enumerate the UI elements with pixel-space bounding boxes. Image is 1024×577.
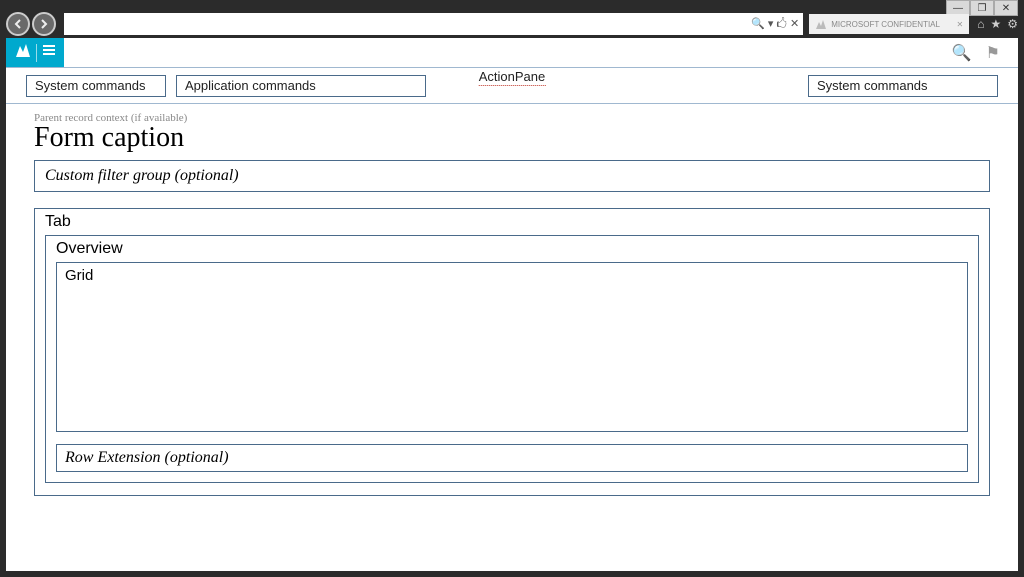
tab-title: MICROSOFT CONFIDENTIAL [831, 20, 940, 29]
app-logo-block[interactable] [6, 38, 64, 67]
close-tab-icon[interactable]: ✕ [957, 20, 964, 29]
system-commands-right[interactable]: System commands [808, 75, 998, 97]
row-extension[interactable]: Row Extension (optional) [56, 444, 968, 472]
dynamics-logo-icon [15, 42, 31, 63]
overview-tabpage: Overview Grid Row Extension (optional) [45, 235, 979, 483]
app-header: 🔍 ⚑ [6, 38, 1018, 68]
tab-strip: MICROSOFT CONFIDENTIAL ✕ [809, 14, 969, 34]
tab-label[interactable]: Tab [45, 213, 979, 231]
custom-filter-group[interactable]: Custom filter group (optional) [34, 160, 990, 192]
overview-label[interactable]: Overview [56, 240, 968, 258]
app-frame: 🔍 ⚑ ActionPane System commands Applicati… [6, 38, 1018, 571]
flag-icon[interactable]: ⚑ [986, 43, 1000, 63]
forward-button[interactable] [32, 12, 56, 36]
dynamics-logo-icon [815, 18, 827, 30]
form-caption: Form caption [34, 122, 990, 154]
address-bar[interactable]: 🔍 ▾ 🖒 ✕ [64, 13, 803, 35]
browser-tab[interactable]: MICROSOFT CONFIDENTIAL ✕ [809, 14, 969, 34]
action-pane: ActionPane System commands Application c… [6, 68, 1018, 104]
tab-container: Tab Overview Grid Row Extension (optiona… [34, 208, 990, 496]
app-header-right: 🔍 ⚑ [952, 38, 1018, 67]
page-body: Parent record context (if available) For… [6, 104, 1018, 506]
action-pane-label: ActionPane [479, 69, 546, 86]
search-icon[interactable]: 🔍 [952, 43, 972, 63]
system-commands-left[interactable]: System commands [26, 75, 166, 97]
address-tools[interactable]: 🔍 ▾ 🖒 ✕ [751, 15, 799, 34]
logo-divider [36, 44, 37, 62]
back-button[interactable] [6, 12, 30, 36]
browser-chrome-icons: ⌂ ★ ⚙ [977, 17, 1018, 31]
application-commands[interactable]: Application commands [176, 75, 426, 97]
home-icon[interactable]: ⌂ [977, 17, 984, 31]
browser-nav-row: 🔍 ▾ 🖒 ✕ MICROSOFT CONFIDENTIAL ✕ ⌂ ★ ⚙ [6, 10, 1018, 38]
grid[interactable]: Grid [56, 262, 968, 432]
settings-gear-icon[interactable]: ⚙ [1007, 17, 1018, 31]
menu-icon[interactable] [42, 43, 56, 62]
favorites-icon[interactable]: ★ [990, 17, 1001, 31]
